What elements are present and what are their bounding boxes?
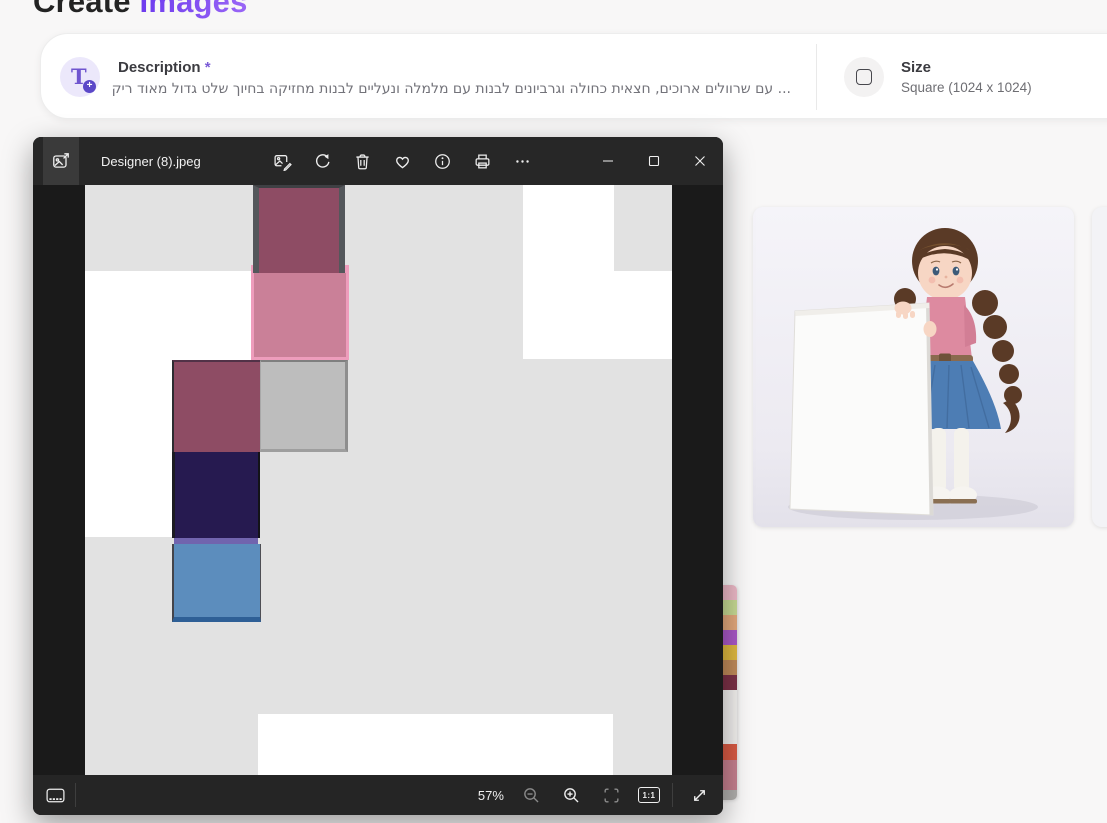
image-white-region bbox=[614, 271, 672, 359]
image-block-mauve-left bbox=[172, 360, 260, 452]
delete-button[interactable] bbox=[349, 147, 377, 175]
print-icon bbox=[473, 152, 492, 171]
close-button[interactable] bbox=[677, 137, 723, 185]
maximize-button[interactable] bbox=[631, 137, 677, 185]
filmstrip-toggle-button[interactable] bbox=[41, 781, 69, 809]
viewer-canvas[interactable] bbox=[33, 185, 723, 775]
rotate-icon bbox=[313, 152, 332, 171]
print-button[interactable] bbox=[469, 147, 497, 175]
image-block-mauve-top bbox=[253, 185, 345, 273]
more-icon bbox=[513, 152, 532, 171]
more-options-button[interactable] bbox=[509, 147, 537, 175]
image-block-gray bbox=[260, 360, 348, 452]
info-icon bbox=[433, 152, 452, 171]
prompt-card: T + Description * ... עם שרוולים ארוכים,… bbox=[40, 33, 1107, 119]
size-icon-badge bbox=[844, 57, 884, 97]
description-value[interactable]: ... עם שרוולים ארוכים, חצאית כחולה וגרבי… bbox=[109, 81, 791, 101]
card-divider bbox=[816, 44, 817, 110]
zoom-out-button[interactable] bbox=[518, 781, 546, 809]
rotate-button[interactable] bbox=[309, 147, 337, 175]
image-block-pink bbox=[251, 265, 349, 360]
size-label: Size bbox=[901, 59, 931, 76]
fullscreen-button[interactable] bbox=[685, 781, 713, 809]
page-title-prefix: Create bbox=[33, 0, 140, 19]
toolbar-divider bbox=[75, 783, 76, 807]
required-marker: * bbox=[205, 59, 211, 76]
fit-to-window-button[interactable] bbox=[598, 781, 626, 809]
heart-icon bbox=[393, 152, 412, 171]
image-white-region bbox=[258, 714, 613, 775]
description-icon-badge: T + bbox=[60, 57, 100, 97]
edit-image-icon bbox=[273, 152, 292, 171]
actual-size-button[interactable]: 1:1 bbox=[638, 787, 660, 803]
square-shape-icon bbox=[856, 69, 872, 85]
photos-toolbar: 57% 1:1 bbox=[33, 775, 723, 815]
palette-thumbnail-sliver[interactable] bbox=[721, 585, 737, 800]
zoom-level: 57% bbox=[478, 788, 504, 803]
filmstrip-icon bbox=[45, 785, 66, 806]
zoom-in-button[interactable] bbox=[558, 781, 586, 809]
edit-image-button[interactable] bbox=[269, 147, 297, 175]
plus-icon: + bbox=[83, 80, 96, 93]
maximize-icon bbox=[645, 152, 663, 170]
zoom-in-icon bbox=[562, 786, 581, 805]
page-title-accent: Images bbox=[140, 0, 248, 19]
page-title: Create Images bbox=[33, 0, 248, 20]
generated-image-partial[interactable] bbox=[1092, 207, 1107, 527]
minimize-icon bbox=[599, 152, 617, 170]
toolbar-divider bbox=[672, 783, 673, 807]
girl-illustration bbox=[753, 207, 1074, 527]
favorite-button[interactable] bbox=[389, 147, 417, 175]
description-label: Description * bbox=[118, 59, 211, 76]
viewed-image[interactable] bbox=[85, 185, 672, 775]
close-icon bbox=[691, 152, 709, 170]
info-button[interactable] bbox=[429, 147, 457, 175]
minimize-button[interactable] bbox=[585, 137, 631, 185]
fit-to-window-icon bbox=[602, 786, 621, 805]
zoom-out-icon bbox=[522, 786, 541, 805]
delete-icon bbox=[353, 152, 372, 171]
photos-titlebar[interactable]: Designer (8).jpeg bbox=[33, 137, 723, 185]
see-all-photos-icon bbox=[51, 151, 71, 171]
generated-image-girl-with-sign[interactable] bbox=[753, 207, 1074, 527]
fullscreen-icon bbox=[690, 786, 709, 805]
size-value[interactable]: Square (1024 x 1024) bbox=[901, 80, 1032, 95]
image-block-blue bbox=[172, 544, 261, 622]
image-block-navy bbox=[172, 452, 260, 538]
photos-app-window: Designer (8).jpeg bbox=[33, 137, 723, 815]
image-white-region bbox=[523, 185, 614, 359]
window-filename: Designer (8).jpeg bbox=[101, 154, 201, 169]
see-all-photos-button[interactable] bbox=[43, 137, 79, 185]
